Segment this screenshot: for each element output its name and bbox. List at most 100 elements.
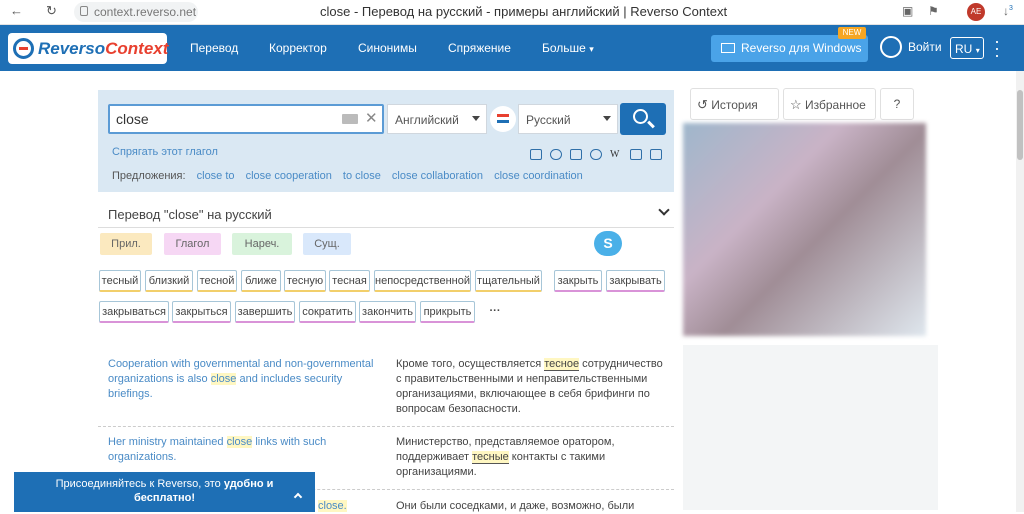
translation-tag[interactable]: сократить [299, 301, 356, 323]
source-language-select[interactable]: Английский [387, 104, 487, 134]
extension-badge: AE [970, 7, 982, 16]
translation-tag[interactable]: непосредственной [374, 270, 471, 292]
translation-tag[interactable]: тщательный [475, 270, 542, 292]
advertisement-image[interactable] [683, 123, 926, 336]
join-banner[interactable]: Присоединяйтесь к Reverso, это удобно и … [14, 472, 315, 512]
example-target-text: Они были соседками, и даже, возможно, бы… [396, 500, 635, 512]
speaker-icon[interactable] [530, 149, 542, 161]
table-icon[interactable] [570, 149, 582, 161]
star-icon: ☆ [790, 97, 802, 112]
target-language-label: Русский [526, 113, 571, 127]
history-icon: ↺ [697, 97, 708, 112]
suggestion-link[interactable]: close cooperation [246, 170, 332, 182]
reverso-windows-button[interactable]: Reverso для Windows [711, 35, 868, 62]
scrollbar-thumb[interactable] [1017, 90, 1023, 160]
clear-icon[interactable]: ✕ [365, 109, 378, 127]
chevron-down-icon: ▾ [589, 44, 594, 54]
swap-languages-icon[interactable] [490, 106, 516, 132]
nav-corrector[interactable]: Корректор [269, 41, 327, 55]
translation-tag[interactable]: закрыться [172, 301, 231, 323]
nav-conjugation[interactable]: Спряжение [448, 41, 511, 55]
address-bar[interactable]: context.reverso.net [74, 2, 198, 22]
example-source-text: Her ministry maintained [108, 436, 227, 448]
windows-button-label: Reverso для Windows [741, 41, 862, 55]
join-banner-text: Присоединяйтесь к Reverso, это [55, 478, 224, 490]
divider [98, 227, 674, 228]
chevron-down-icon[interactable] [658, 204, 670, 216]
chevron-down-icon: ▾ [975, 46, 980, 55]
skype-icon[interactable]: S [594, 231, 622, 256]
nav-synonyms[interactable]: Синонимы [358, 41, 417, 55]
translation-tag[interactable]: близкий [145, 270, 193, 292]
search-query: close [116, 111, 149, 127]
nav-translate[interactable]: Перевод [190, 41, 238, 55]
image-icon[interactable] [630, 149, 642, 161]
translation-tag[interactable]: закрываться [99, 301, 169, 323]
example-source[interactable]: Her ministry maintained close links with… [108, 435, 378, 465]
search-input[interactable]: close ✕ [108, 104, 384, 134]
translation-tag[interactable]: тесной [197, 270, 237, 292]
reload-icon[interactable]: ↻ [46, 3, 57, 19]
suggestion-link[interactable]: to close [343, 170, 381, 182]
example-target[interactable]: Министерство, представляемое оратором, п… [396, 435, 666, 480]
extension-icon[interactable]: AE [967, 3, 985, 21]
conjugate-link[interactable]: Спрягать этот глагол [112, 146, 218, 158]
download-count: 3 [1009, 5, 1013, 12]
translation-tag[interactable]: закончить [359, 301, 416, 323]
interface-language-select[interactable]: RU ▾ [950, 37, 984, 59]
translation-tag[interactable]: закрывать [606, 270, 665, 292]
logo-reverso: Reverso [38, 39, 106, 58]
reverso-logo[interactable]: ReversoContext [8, 33, 169, 64]
keyboard-icon[interactable] [342, 114, 358, 124]
skype-icon[interactable] [550, 149, 562, 161]
example-source[interactable]: Cooperation with governmental and non-go… [108, 357, 378, 402]
pos-adjective[interactable]: Прил. [100, 233, 152, 255]
example-source-highlight: close. [318, 500, 347, 512]
more-menu-icon[interactable]: · · · [993, 32, 1001, 64]
history-label: История [711, 98, 758, 112]
translation-heading: Перевод "close" на русский [108, 207, 272, 222]
favorites-label: Избранное [805, 98, 866, 112]
search-button[interactable] [620, 103, 666, 135]
more-translations-button[interactable]: ··· [482, 301, 508, 323]
example-target-highlight: тесные [472, 451, 509, 464]
nav-more-label: Больше [542, 41, 586, 55]
back-icon[interactable]: ← [10, 3, 23, 18]
translation-tag[interactable]: тесная [329, 270, 370, 292]
advertisement-block [683, 345, 938, 510]
pos-adverb[interactable]: Нареч. [232, 233, 292, 255]
translation-tag[interactable]: завершить [235, 301, 295, 323]
translation-tag[interactable]: прикрыть [420, 301, 475, 323]
translation-tag[interactable]: тесную [284, 270, 326, 292]
translation-tag[interactable]: тесный [99, 270, 141, 292]
history-button[interactable]: ↺ История [690, 88, 779, 120]
target-language-select[interactable]: Русский [518, 104, 618, 134]
favorites-button[interactable]: ☆ Избранное [783, 88, 876, 120]
logo-context: Context [105, 39, 169, 58]
user-icon [880, 36, 902, 58]
suggestion-link[interactable]: close coordination [494, 170, 583, 182]
pos-verb[interactable]: Глагол [164, 233, 221, 255]
wikipedia-icon[interactable]: W [610, 149, 622, 160]
site-header: ReversoContext Перевод Корректор Синоним… [0, 25, 1024, 71]
globe-icon[interactable] [590, 149, 602, 161]
interface-language-label: RU [955, 42, 973, 56]
source-language-label: Английский [395, 113, 459, 127]
example-target[interactable]: Кроме того, осуществляется тесное сотруд… [396, 357, 666, 417]
book-icon[interactable] [650, 149, 662, 161]
bookmark-manager-icon[interactable]: ▣ [902, 4, 913, 18]
nav-more[interactable]: Больше ▾ [542, 41, 594, 55]
bookmark-icon[interactable]: ⚑ [928, 4, 939, 18]
search-icon-handle [647, 120, 655, 129]
example-source-highlight: close [210, 373, 237, 385]
translation-tag[interactable]: ближе [241, 270, 281, 292]
pos-noun[interactable]: Сущ. [303, 233, 351, 255]
help-icon[interactable]: ? [880, 88, 914, 120]
translation-tag[interactable]: закрыть [554, 270, 602, 292]
download-icon[interactable]: ↓3 [1003, 4, 1013, 18]
suggestion-link[interactable]: close collaboration [392, 170, 483, 182]
chevron-up-icon[interactable] [293, 492, 303, 502]
url-text: context.reverso.net [94, 5, 197, 19]
suggestion-link[interactable]: close to [197, 170, 235, 182]
page-tab-title: close - Перевод на русский - примеры анг… [320, 4, 728, 19]
